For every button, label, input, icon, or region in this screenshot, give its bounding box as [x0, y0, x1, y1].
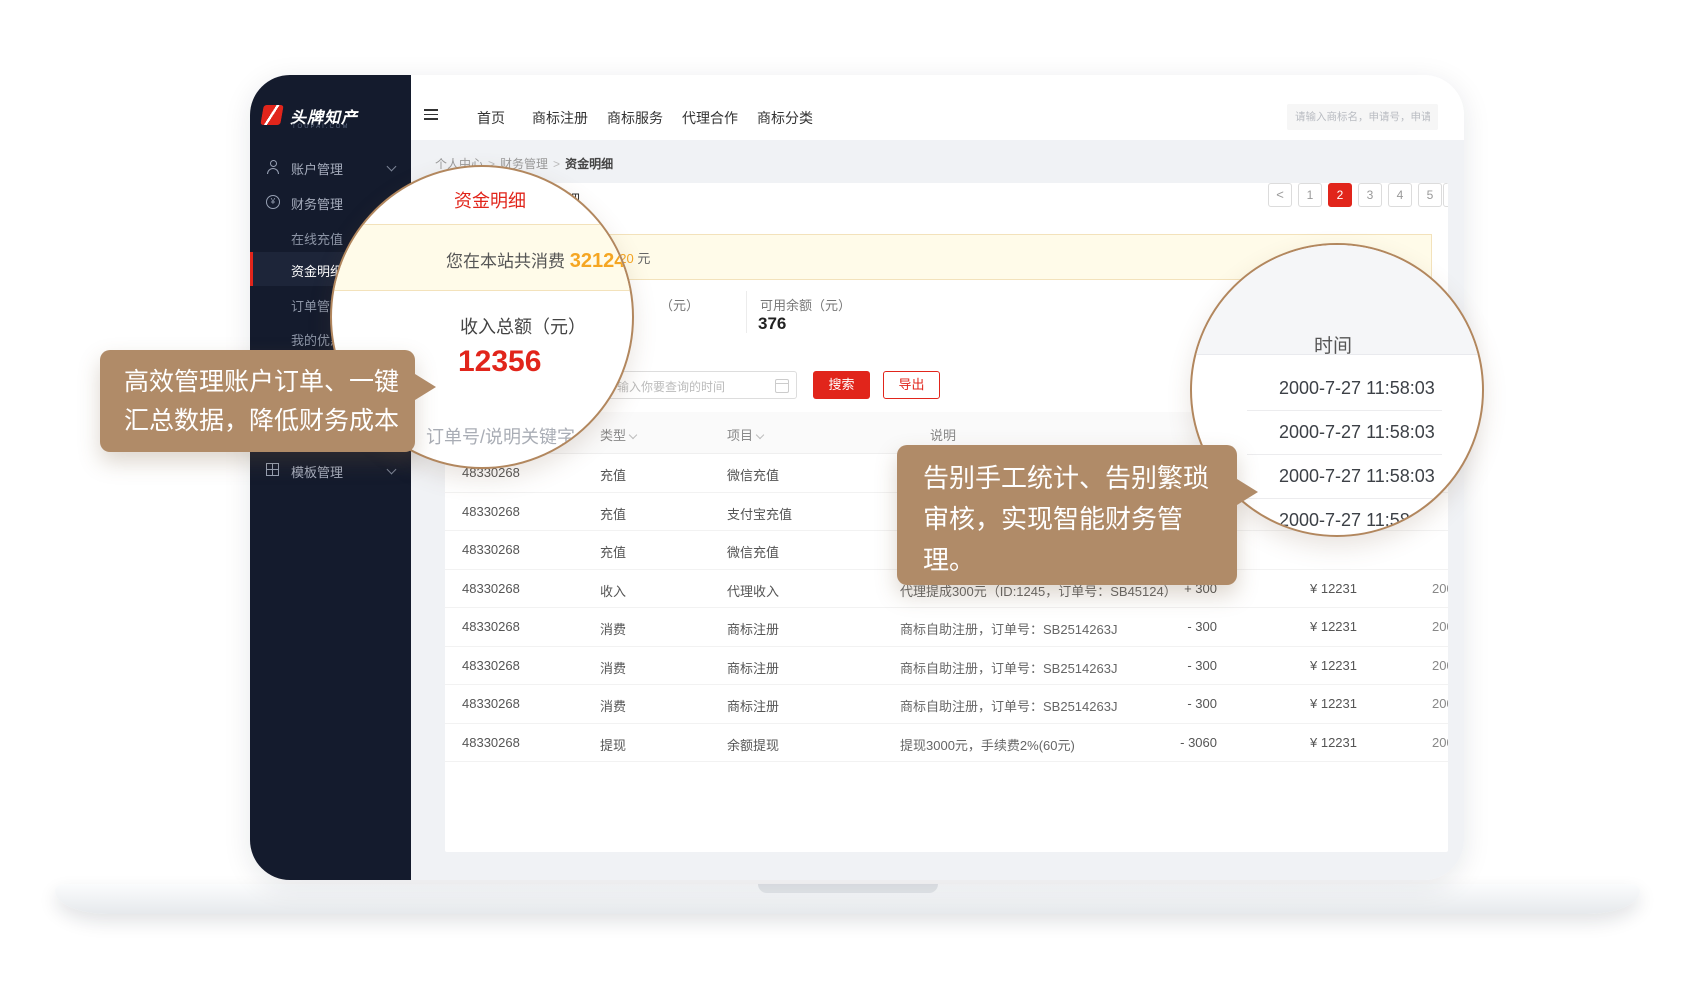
calendar-icon[interactable]: [775, 379, 789, 393]
table-row: 48330268 提现 余额提现 提现3000元，手续费2%(60元) - 30…: [445, 723, 1448, 763]
pagination-page-button[interactable]: 5: [1418, 183, 1442, 207]
lens-time-cell: 2000-7-27 11:58:03: [1279, 510, 1435, 531]
stat-middle-label-fragment: （元）: [660, 295, 699, 314]
breadcrumb-separator: >: [553, 157, 560, 171]
callout-text: 高效管理账户订单、一键: [124, 363, 415, 402]
pagination-page-button-active[interactable]: 2: [1328, 183, 1352, 207]
col-header-project[interactable]: 项目: [727, 425, 763, 444]
logo-subtitle: TOUPAI.COM: [292, 124, 349, 130]
sidebar-item-label: 账户管理: [291, 159, 343, 178]
nav-item-trademark-register[interactable]: 商标注册: [532, 108, 588, 128]
lens-row-separator: [1247, 410, 1442, 411]
callout-text: 汇总数据，降低财务成本: [124, 402, 415, 441]
table-row: 48330268 消费 商标注册 商标自助注册，订单号：SB2514263J -…: [445, 646, 1448, 686]
page: 头牌知产 TOUPAI.COM 账户管理 ¥ 财务管理 在线充值 资金明细 订单…: [0, 0, 1696, 1002]
nav-item-agent-coop[interactable]: 代理合作: [682, 108, 738, 128]
lens-banner-text: 您在本站共消费 32124 元: [446, 247, 634, 273]
chevron-down-icon: [387, 465, 397, 475]
sidebar-item-account[interactable]: 账户管理: [250, 152, 411, 182]
lens-time-cell: 2000-7-27 11:58:03: [1279, 422, 1435, 443]
export-button[interactable]: 导出: [883, 371, 940, 399]
callout-arrow-icon: [1237, 479, 1258, 505]
callout-text: 告别手工统计、告别繁琐: [923, 458, 1237, 499]
nav-item-trademark-category[interactable]: 商标分类: [757, 108, 813, 128]
lens-row-separator: [1247, 454, 1442, 455]
sidebar: 头牌知产 TOUPAI.COM 账户管理 ¥ 财务管理 在线充值 资金明细 订单…: [250, 75, 411, 880]
date-input-placeholder: 输入你要查询的时间: [617, 378, 725, 395]
breadcrumb-item-current: 资金明细: [565, 157, 613, 171]
table-row: 48330268 消费 商标注册 商标自助注册，订单号：SB2514263J -…: [445, 607, 1448, 647]
pagination-page-button[interactable]: 4: [1388, 183, 1412, 207]
callout-text: 审核，实现智能财务管: [923, 499, 1237, 540]
chevron-down-icon: [387, 162, 397, 172]
lens-column-header: 订单号/说明关键字: [426, 423, 575, 449]
pagination-page-button-partial[interactable]: [1443, 183, 1448, 207]
lens-banner-amount: 32124: [570, 250, 626, 272]
banner-unit-fragment: 元: [637, 251, 650, 266]
nav-item-home[interactable]: 首页: [477, 108, 505, 128]
callout-left: 高效管理账户订单、一键 汇总数据，降低财务成本: [100, 350, 415, 452]
sort-caret-icon: [756, 431, 764, 439]
hamburger-menu-icon[interactable]: [424, 109, 438, 120]
logo[interactable]: 头牌知产 TOUPAI.COM: [262, 103, 402, 135]
sidebar-item-templates[interactable]: 模板管理: [250, 455, 411, 485]
pagination-prev-button[interactable]: <: [1268, 183, 1292, 207]
callout-text: 理。: [923, 540, 1237, 581]
lens-income-value: 12356: [458, 345, 541, 379]
search-button[interactable]: 搜索: [813, 371, 870, 399]
lens-tab-label: 资金明细: [454, 187, 526, 213]
lens-row-separator: [1247, 498, 1442, 499]
callout-right: 告别手工统计、告别繁琐 审核，实现智能财务管 理。: [897, 445, 1237, 585]
sort-caret-icon: [629, 431, 637, 439]
lens-time-cell: 2000-7-27 11:58:03: [1279, 466, 1435, 487]
col-header-desc: 说明: [930, 425, 956, 444]
pagination-page-button[interactable]: 3: [1358, 183, 1382, 207]
template-icon: [266, 463, 279, 476]
pagination-page-button[interactable]: 1: [1298, 183, 1322, 207]
finance-icon: ¥: [266, 195, 280, 209]
table-row: 48330268 消费 商标注册 商标自助注册，订单号：SB2514263J -…: [445, 684, 1448, 724]
stat-balance-value: 376: [758, 314, 786, 334]
user-icon: [266, 160, 280, 174]
search-input[interactable]: [1287, 104, 1438, 130]
col-header-type[interactable]: 类型: [600, 425, 636, 444]
sidebar-item-label: 财务管理: [291, 194, 343, 213]
nav-item-trademark-service[interactable]: 商标服务: [607, 108, 663, 128]
logo-icon: [260, 105, 284, 125]
stat-divider: [746, 291, 747, 333]
laptop-base-notch: [758, 884, 938, 893]
stat-balance-label: 可用余额（元）: [760, 295, 851, 314]
lens-time-header: 时间: [1314, 331, 1352, 358]
callout-arrow-icon: [415, 374, 436, 400]
lens-time-cell: 2000-7-27 11:58:03: [1279, 378, 1435, 399]
lens-income-label: 收入总额（元）: [460, 313, 586, 339]
sidebar-item-label: 模板管理: [291, 462, 343, 481]
